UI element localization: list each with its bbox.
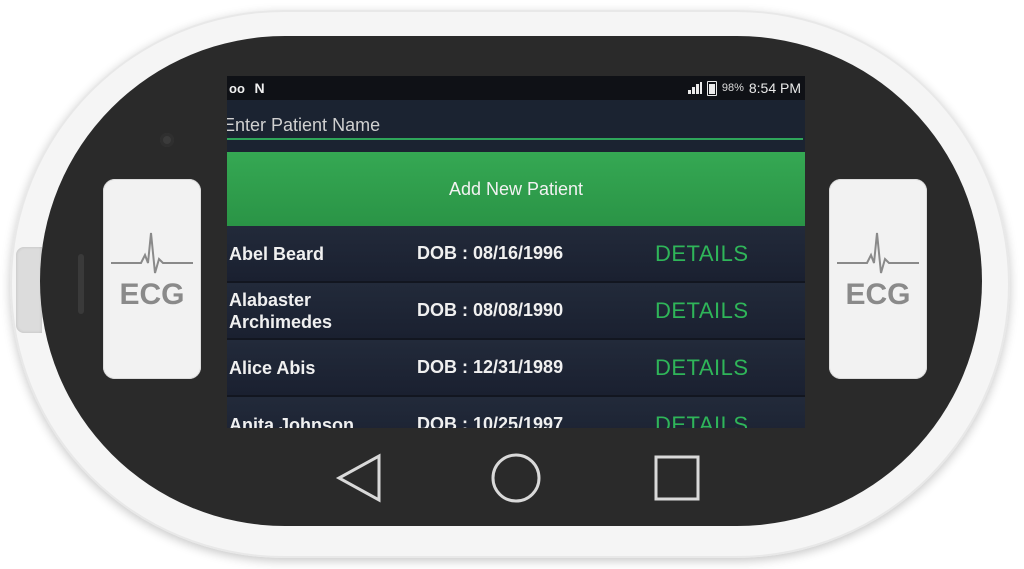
patient-dob: DOB : 10/25/1997	[417, 414, 564, 428]
recent-apps-icon[interactable]	[647, 448, 707, 508]
heartbeat-icon	[111, 232, 193, 274]
patient-name: Anita Johnson	[229, 414, 354, 429]
details-button[interactable]: DETAILS	[655, 226, 749, 281]
patient-dob: DOB : 08/08/1990	[417, 300, 564, 320]
speaker-slot	[78, 254, 84, 314]
battery-percent: 98%	[721, 82, 744, 94]
details-button[interactable]: DETAILS	[655, 397, 749, 429]
nfc-icon: N	[254, 80, 265, 96]
side-button[interactable]	[16, 247, 42, 333]
status-time: 8:54 PM	[748, 80, 801, 96]
ecg-electrode-right: ECG	[829, 179, 927, 379]
status-bar: oo N 98% 8:54 PM	[227, 76, 805, 100]
heartbeat-icon	[837, 232, 919, 274]
patient-list: Abel Beard DOB : 08/16/1996 DETAILS Alab…	[227, 226, 805, 428]
search-area	[227, 100, 805, 146]
patient-row[interactable]: Alice Abis DOB : 12/31/1989 DETAILS	[227, 340, 805, 397]
camera-icon	[160, 133, 174, 147]
ecg-electrode-left: ECG	[103, 179, 201, 379]
app-screen: oo N 98% 8:54 PM Add New Patient Abel Be…	[227, 76, 805, 428]
add-new-patient-button[interactable]: Add New Patient	[227, 152, 805, 226]
details-button[interactable]: DETAILS	[655, 340, 749, 395]
signal-icon	[687, 82, 702, 94]
patient-name: Abel Beard	[229, 243, 325, 264]
details-button[interactable]: DETAILS	[655, 283, 749, 338]
patient-row[interactable]: Alabaster Archimedes DOB : 08/08/1990 DE…	[227, 283, 805, 340]
ecg-label: ECG	[119, 278, 185, 311]
patient-dob: DOB : 12/31/1989	[417, 357, 564, 377]
home-icon[interactable]	[486, 448, 546, 508]
back-icon[interactable]	[327, 448, 387, 508]
patient-row[interactable]: Anita Johnson DOB : 10/25/1997 DETAILS	[227, 397, 805, 428]
patient-name: Alabaster Archimedes	[229, 289, 333, 332]
patient-name: Alice Abis	[229, 357, 316, 378]
navigation-bar	[227, 430, 805, 520]
ecg-label: ECG	[845, 278, 911, 311]
patient-name-search-input[interactable]	[227, 112, 803, 140]
voicemail-icon: oo	[229, 81, 245, 96]
patient-dob: DOB : 08/16/1996	[417, 243, 564, 263]
patient-row[interactable]: Abel Beard DOB : 08/16/1996 DETAILS	[227, 226, 805, 283]
battery-icon	[706, 80, 717, 96]
